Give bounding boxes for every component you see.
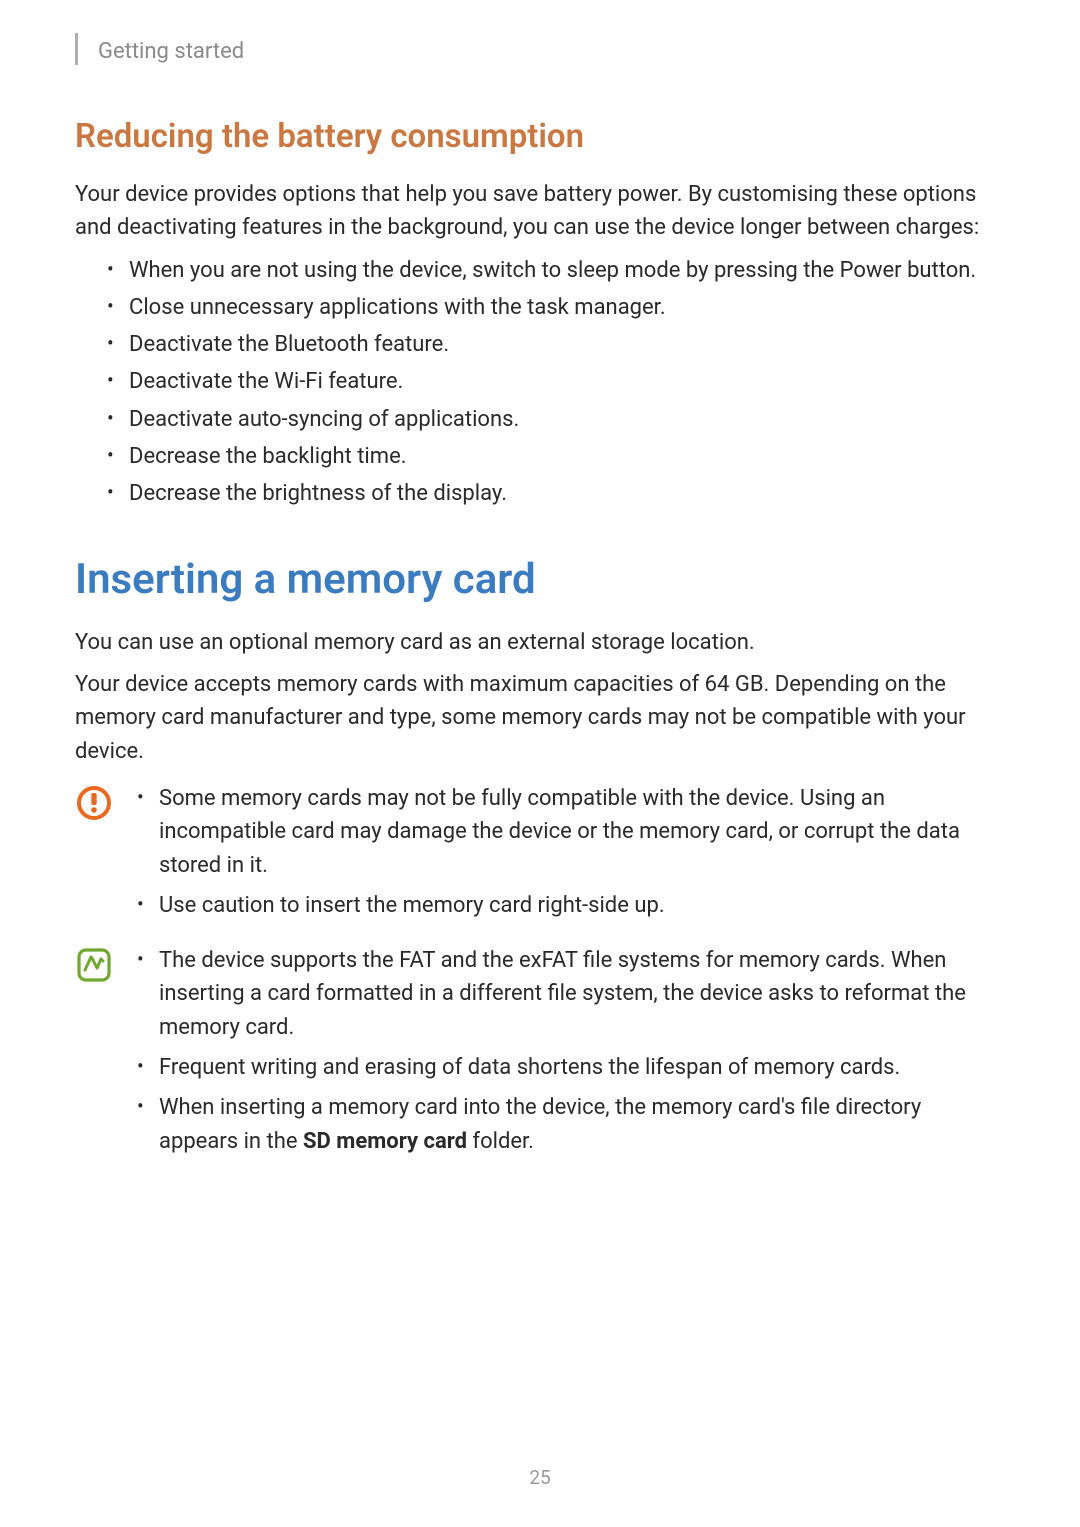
note-list: The device supports the FAT and the exFA…: [137, 944, 1005, 1166]
note-icon: [75, 946, 123, 984]
section2-p2: Your device accepts memory cards with ma…: [75, 668, 1005, 768]
section-heading-battery: Reducing the battery consumption: [75, 117, 1005, 156]
page-header: Getting started: [75, 35, 1005, 67]
list-item: Decrease the brightness of the display.: [107, 476, 1005, 511]
list-item: Frequent writing and erasing of data sho…: [137, 1051, 1005, 1084]
list-item: Deactivate auto-syncing of applications.: [107, 402, 1005, 437]
list-item: When inserting a memory card into the de…: [137, 1091, 1005, 1158]
sd-card-folder-label: SD memory card: [303, 1129, 467, 1154]
list-item: Close unnecessary applications with the …: [107, 290, 1005, 325]
breadcrumb: Getting started: [98, 39, 244, 64]
note-block: The device supports the FAT and the exFA…: [75, 944, 1005, 1166]
list-item: Some memory cards may not be fully compa…: [137, 782, 1005, 882]
list-item: Decrease the backlight time.: [107, 439, 1005, 474]
page-number: 25: [0, 1466, 1080, 1489]
section2-p1: You can use an optional memory card as a…: [75, 626, 1005, 659]
warning-list: Some memory cards may not be fully compa…: [137, 782, 1005, 930]
list-item: Deactivate the Wi-Fi feature.: [107, 364, 1005, 399]
list-item: Use caution to insert the memory card ri…: [137, 889, 1005, 922]
list-item: When you are not using the device, switc…: [107, 253, 1005, 288]
header-accent-bar: [75, 33, 78, 65]
main-heading-memory-card: Inserting a memory card: [75, 555, 1005, 604]
battery-tips-list: When you are not using the device, switc…: [75, 253, 1005, 511]
warning-block: Some memory cards may not be fully compa…: [75, 782, 1005, 930]
list-item: The device supports the FAT and the exFA…: [137, 944, 1005, 1044]
list-item: Deactivate the Bluetooth feature.: [107, 327, 1005, 362]
section1-intro: Your device provides options that help y…: [75, 178, 1005, 245]
warning-icon: [75, 784, 123, 822]
